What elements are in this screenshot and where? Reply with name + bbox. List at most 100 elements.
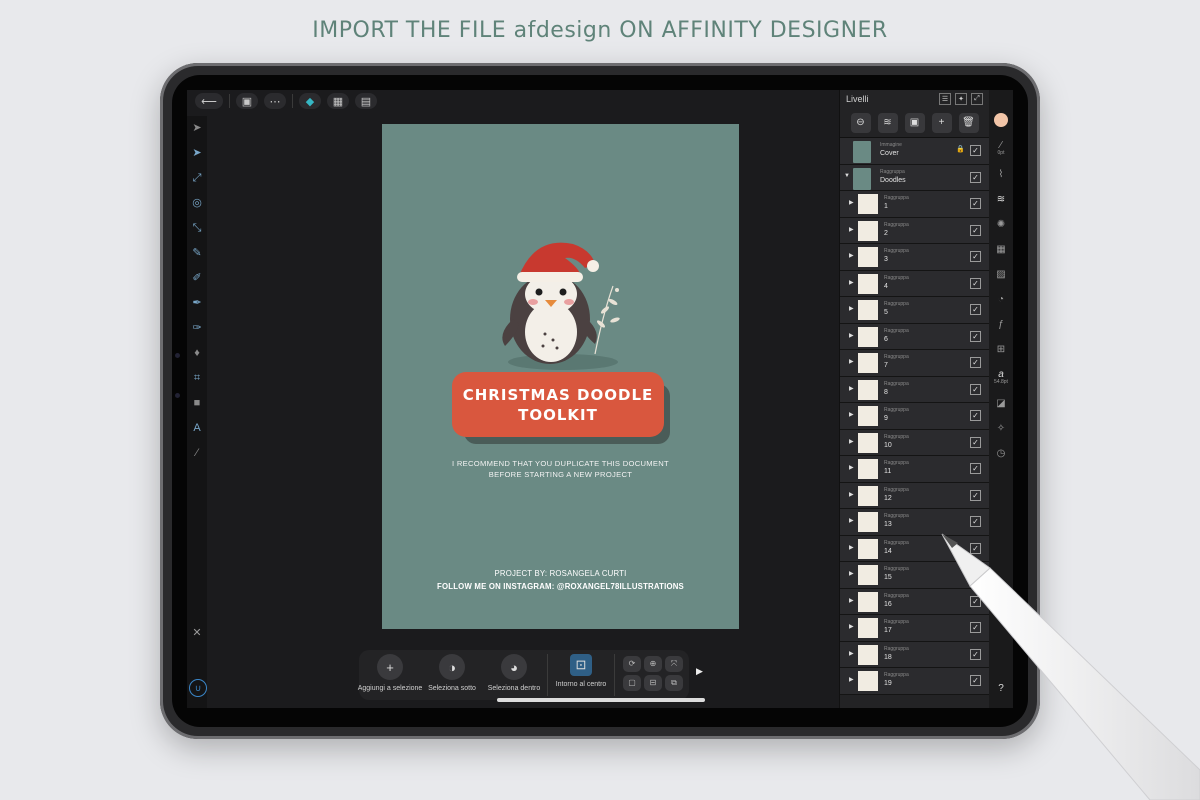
layer-group-row[interactable]: ▶ Raggruppa 19 ✓ bbox=[840, 668, 989, 695]
disclosure-triangle-icon[interactable]: ▶ bbox=[849, 464, 854, 471]
snapping-icon[interactable]: ∪ bbox=[189, 679, 207, 697]
blend-mode-icon[interactable]: ⊖ bbox=[850, 112, 871, 133]
layer-group-row[interactable]: ▶ Raggruppa 7 ✓ bbox=[840, 350, 989, 377]
designer-persona-icon[interactable]: ◆ bbox=[299, 93, 321, 109]
visibility-checkbox[interactable]: ✓ bbox=[970, 277, 981, 289]
artboard-cover[interactable]: CHRISTMAS DOODLE TOOLKIT I RECOMMEND THA… bbox=[382, 124, 739, 629]
disclosure-triangle-icon[interactable]: ▶ bbox=[849, 676, 854, 683]
color-swatch[interactable] bbox=[994, 113, 1008, 127]
pin-icon[interactable]: ✦ bbox=[955, 93, 967, 105]
visibility-checkbox[interactable]: ✓ bbox=[970, 569, 981, 580]
layer-group-row[interactable]: ▶ Raggruppa 2 ✓ bbox=[840, 217, 989, 244]
rectangle-tool-icon[interactable]: ■ bbox=[187, 391, 207, 416]
target-option-icon[interactable]: ⊕ bbox=[644, 656, 662, 672]
layers-icon[interactable]: ≋ bbox=[989, 187, 1013, 212]
visibility-checkbox[interactable]: ✓ bbox=[970, 304, 981, 315]
visibility-checkbox[interactable]: ✓ bbox=[970, 224, 981, 236]
disclosure-triangle-icon[interactable]: ▼ bbox=[844, 173, 850, 179]
visibility-checkbox[interactable]: ✓ bbox=[970, 516, 981, 527]
more-button[interactable]: ⋯ bbox=[264, 93, 286, 109]
fx-icon[interactable]: ƒ bbox=[989, 312, 1013, 337]
back-button[interactable]: ⟵ bbox=[195, 93, 223, 109]
delete-layer-icon[interactable]: 🗑 bbox=[958, 112, 979, 133]
help-button[interactable]: ? bbox=[989, 676, 1013, 701]
close-icon[interactable]: ✕ bbox=[187, 626, 207, 639]
transform-icon[interactable]: ⊞ bbox=[989, 337, 1013, 362]
point-transform-icon[interactable]: ⤡ bbox=[187, 216, 207, 241]
node-tool-icon[interactable]: ➤ bbox=[187, 141, 207, 166]
vector-brush-icon[interactable]: ✐ bbox=[187, 266, 207, 291]
layer-group-row[interactable]: ▶ Raggruppa 11 ✓ bbox=[840, 456, 989, 483]
pixel-persona-icon[interactable]: ▦ bbox=[327, 93, 349, 109]
disclosure-triangle-icon[interactable]: ▶ bbox=[849, 385, 854, 392]
disclosure-triangle-icon[interactable]: ▶ bbox=[849, 650, 854, 657]
disclosure-triangle-icon[interactable]: ▶ bbox=[849, 411, 854, 418]
disclosure-triangle-icon[interactable]: ▶ bbox=[849, 305, 854, 312]
context-more-arrow[interactable]: ▶ bbox=[696, 666, 703, 677]
layer-group-row[interactable]: ▶ Raggruppa 15 ✓ bbox=[840, 562, 989, 589]
disclosure-triangle-icon[interactable]: ▶ bbox=[849, 438, 854, 445]
export-persona-icon[interactable]: ▤ bbox=[355, 93, 377, 109]
transparency-tool-icon[interactable]: ♦ bbox=[187, 341, 207, 366]
disclosure-triangle-icon[interactable]: ▶ bbox=[849, 597, 854, 604]
visibility-checkbox[interactable]: ✓ bbox=[970, 198, 981, 209]
layer-stack-icon[interactable]: ≋ bbox=[877, 112, 898, 133]
layer-group-row[interactable]: ▶ Raggruppa 1 ✓ bbox=[840, 191, 989, 218]
layer-group-row[interactable]: ▶ Raggruppa 3 ✓ bbox=[840, 244, 989, 271]
lock-icon[interactable]: 🔒 bbox=[956, 145, 965, 153]
fill-tool-icon[interactable]: ✑ bbox=[187, 316, 207, 341]
disclosure-triangle-icon[interactable]: ▶ bbox=[849, 226, 854, 233]
disclosure-triangle-icon[interactable]: ▶ bbox=[849, 199, 854, 206]
move-tool-icon[interactable]: ➤ bbox=[187, 116, 207, 141]
visibility-checkbox[interactable]: ✓ bbox=[970, 330, 981, 342]
disclosure-triangle-icon[interactable]: ▶ bbox=[849, 252, 854, 259]
layer-group-row[interactable]: ▶ Raggruppa 12 ✓ bbox=[840, 482, 989, 509]
swatches-icon[interactable]: ▦ bbox=[989, 237, 1013, 262]
layer-row[interactable]: ▼ Raggruppa Doodles ✓ bbox=[840, 164, 989, 191]
mask-icon[interactable]: ▣ bbox=[904, 112, 925, 133]
layer-group-row[interactable]: ▶ Raggruppa 17 ✓ bbox=[840, 615, 989, 642]
appearance-icon[interactable]: ◔ bbox=[989, 287, 1013, 312]
disclosure-triangle-icon[interactable]: ▶ bbox=[849, 332, 854, 339]
list-view-icon[interactable]: ☰ bbox=[939, 93, 951, 105]
title-banner[interactable]: CHRISTMAS DOODLE TOOLKIT bbox=[452, 372, 664, 437]
pencil-tool-icon[interactable]: ✎ bbox=[187, 241, 207, 266]
image-icon[interactable]: ▨ bbox=[989, 262, 1013, 287]
layer-group-row[interactable]: ▶ Raggruppa 10 ✓ bbox=[840, 429, 989, 456]
expand-option-icon[interactable]: ⤧ bbox=[665, 656, 683, 672]
color-picker-icon[interactable]: ⁄ bbox=[187, 441, 207, 466]
corner-tool-icon[interactable]: ⤢ bbox=[187, 166, 207, 191]
layer-group-row[interactable]: ▶ Raggruppa 16 ✓ bbox=[840, 588, 989, 615]
visibility-checkbox[interactable]: ✓ bbox=[970, 595, 981, 607]
visibility-checkbox[interactable]: ✓ bbox=[970, 251, 981, 262]
disclosure-triangle-icon[interactable]: ▶ bbox=[849, 623, 854, 630]
brush-icon[interactable]: ⌇ bbox=[989, 162, 1013, 187]
disclosure-triangle-icon[interactable]: ▶ bbox=[849, 570, 854, 577]
visibility-checkbox[interactable]: ✓ bbox=[970, 622, 981, 633]
layer-group-row[interactable]: ▶ Raggruppa 8 ✓ bbox=[840, 376, 989, 403]
visibility-checkbox[interactable]: ✓ bbox=[970, 463, 981, 474]
layer-group-row[interactable]: ▶ Raggruppa 18 ✓ bbox=[840, 641, 989, 668]
add-layer-icon[interactable]: + bbox=[931, 112, 952, 133]
disclosure-triangle-icon[interactable]: ▶ bbox=[849, 358, 854, 365]
layer-group-row[interactable]: ▶ Raggruppa 9 ✓ bbox=[840, 403, 989, 430]
pen-tool-icon[interactable]: ✒ bbox=[187, 291, 207, 316]
visibility-checkbox[interactable]: ✓ bbox=[970, 675, 981, 686]
rotate-option-icon[interactable]: ⟳ bbox=[623, 656, 641, 672]
layer-group-row[interactable]: ▶ Raggruppa 6 ✓ bbox=[840, 323, 989, 350]
disclosure-triangle-icon[interactable]: ▶ bbox=[849, 544, 854, 551]
artistic-text-icon[interactable]: A bbox=[187, 416, 207, 441]
select-under-button[interactable]: ◑ Seleziona sotto bbox=[421, 654, 483, 692]
layer-group-row[interactable]: ▶ Raggruppa 14 ✓ bbox=[840, 535, 989, 562]
disclosure-triangle-icon[interactable]: ▶ bbox=[849, 279, 854, 286]
frame-option-icon[interactable]: ▢ bbox=[623, 675, 641, 691]
select-inside-button[interactable]: ◕ Seleziona dentro bbox=[483, 654, 545, 692]
visibility-checkbox[interactable]: ✓ bbox=[970, 383, 981, 395]
layer-row[interactable]: ▶ImmagineCover🔒✓ bbox=[840, 138, 989, 165]
layer-group-row[interactable]: ▶ Raggruppa 4 ✓ bbox=[840, 270, 989, 297]
bounds-option-icon[interactable]: ⊟ bbox=[644, 675, 662, 691]
visibility-checkbox[interactable]: ✓ bbox=[970, 489, 981, 501]
crop-tool-icon[interactable]: ⌗ bbox=[187, 366, 207, 391]
alignment-icon[interactable]: ◪ bbox=[989, 391, 1013, 416]
disclosure-triangle-icon[interactable]: ▶ bbox=[849, 491, 854, 498]
